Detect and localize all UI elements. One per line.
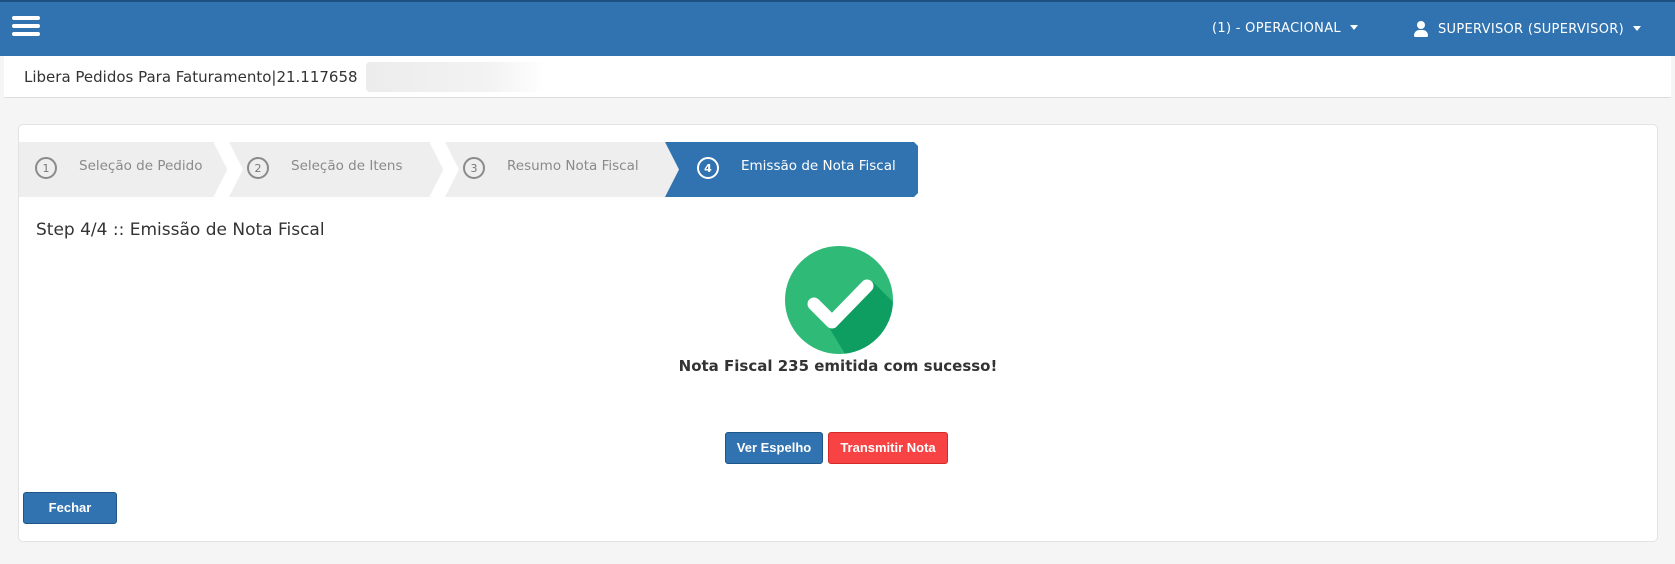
wizard-step-4[interactable]: 4 Emissão de Nota Fiscal [665, 142, 918, 197]
top-navbar: (1) - OPERACIONAL SUPERVISOR (SUPERVISOR… [0, 0, 1675, 56]
wizard-steps: 1 Seleção de Pedido 2 Seleção de Itens 3… [19, 142, 939, 197]
wizard-step-1[interactable]: 1 Seleção de Pedido [19, 142, 236, 197]
wizard-step-3-label: Resumo Nota Fiscal [507, 158, 639, 174]
hamburger-menu-icon[interactable] [12, 16, 40, 38]
wizard-step-3[interactable]: 3 Resumo Nota Fiscal [433, 142, 683, 197]
page-title: Libera Pedidos Para Faturamento|21.11765… [24, 68, 358, 86]
redacted-area [366, 62, 546, 92]
close-button[interactable]: Fechar [23, 492, 117, 524]
user-dropdown[interactable]: SUPERVISOR (SUPERVISOR) [1413, 21, 1641, 37]
wizard-step-4-number: 4 [697, 157, 719, 179]
wizard-step-2-number: 2 [247, 157, 269, 179]
wizard-step-3-number: 3 [463, 157, 485, 179]
caret-down-icon [1632, 25, 1641, 31]
page-header: Libera Pedidos Para Faturamento|21.11765… [4, 56, 1671, 98]
wizard-step-1-number: 1 [35, 157, 57, 179]
context-dropdown-label: (1) - OPERACIONAL [1212, 21, 1341, 36]
success-check-icon [785, 246, 893, 354]
context-dropdown[interactable]: (1) - OPERACIONAL [1212, 21, 1358, 36]
wizard-card: 1 Seleção de Pedido 2 Seleção de Itens 3… [18, 124, 1658, 542]
user-dropdown-label: SUPERVISOR (SUPERVISOR) [1438, 21, 1624, 37]
wizard-step-1-label: Seleção de Pedido [79, 158, 203, 174]
transmit-invoice-button[interactable]: Transmitir Nota [828, 432, 948, 464]
step-heading: Step 4/4 :: Emissão de Nota Fiscal [36, 220, 325, 240]
caret-down-icon [1349, 25, 1358, 30]
wizard-step-2[interactable]: 2 Seleção de Itens [217, 142, 445, 197]
view-mirror-button[interactable]: Ver Espelho [725, 432, 823, 464]
user-icon [1413, 21, 1429, 37]
wizard-step-2-label: Seleção de Itens [291, 158, 403, 174]
wizard-step-4-label: Emissão de Nota Fiscal [741, 158, 896, 174]
success-message: Nota Fiscal 235 emitida com sucesso! [678, 357, 998, 375]
